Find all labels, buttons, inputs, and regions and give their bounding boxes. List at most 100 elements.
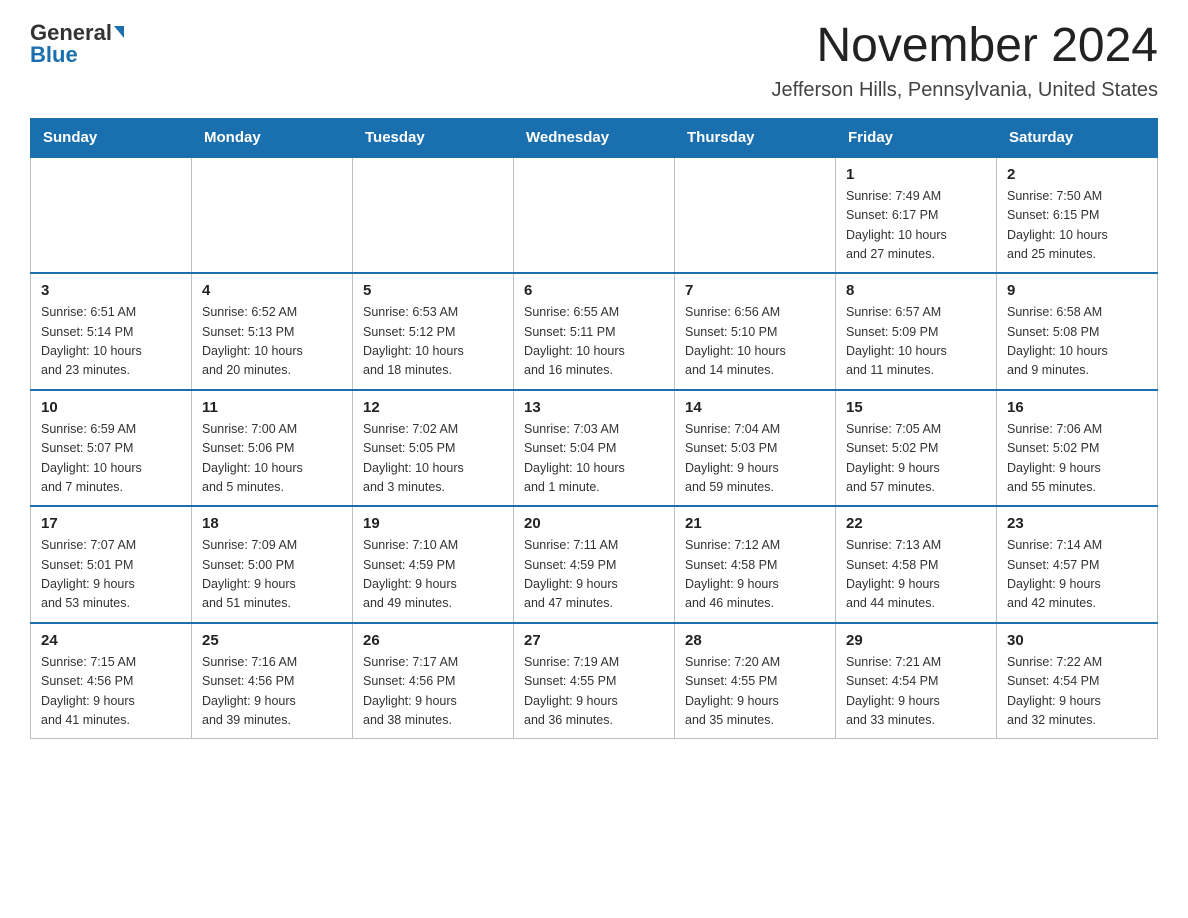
calendar-header-row: Sunday Monday Tuesday Wednesday Thursday… (31, 118, 1158, 157)
day-info: Sunrise: 6:59 AM Sunset: 5:07 PM Dayligh… (41, 420, 181, 498)
day-number: 13 (524, 399, 664, 416)
col-header-friday: Friday (836, 118, 997, 157)
calendar-cell-w3d2: 12Sunrise: 7:02 AM Sunset: 5:05 PM Dayli… (353, 390, 514, 507)
calendar-subtitle: Jefferson Hills, Pennsylvania, United St… (772, 79, 1159, 102)
day-number: 11 (202, 399, 342, 416)
day-info: Sunrise: 7:13 AM Sunset: 4:58 PM Dayligh… (846, 536, 986, 614)
calendar-cell-w5d6: 30Sunrise: 7:22 AM Sunset: 4:54 PM Dayli… (997, 623, 1158, 739)
calendar-cell-w5d1: 25 Sunrise: 7:16 AM Sunset: 4:56 PM Dayli… (192, 623, 353, 739)
calendar-cell-w5d5: 29 Sunrise: 7:21 AM Sunset: 4:54 PM Dayli… (836, 623, 997, 739)
day-info: Sunrise: 6:52 AM Sunset: 5:13 PM Dayligh… (202, 303, 342, 381)
calendar-cell-w4d5: 22 Sunrise: 7:13 AM Sunset: 4:58 PM Dayli… (836, 506, 997, 623)
day-info: Sunrise: 7:17 AM Sunset: 4:56 PM Dayligh… (363, 653, 503, 731)
day-number: 2 (1007, 166, 1147, 183)
week-row-1: 1 Sunrise: 7:49 AM Sunset: 6:17 PM Daylig… (31, 157, 1158, 274)
day-info: Sunrise: 7:07 AM Sunset: 5:01 PM Dayligh… (41, 536, 181, 614)
day-info: Sunrise: 7:15 AM Sunset: 4:56 PM Dayligh… (41, 653, 181, 731)
calendar-cell-w4d4: 21 Sunrise: 7:12 AM Sunset: 4:58 PM Dayli… (675, 506, 836, 623)
calendar-cell-w1d5: 1 Sunrise: 7:49 AM Sunset: 6:17 PM Daylig… (836, 157, 997, 274)
day-number: 26 (363, 632, 503, 649)
calendar-cell-w4d0: 17 Sunrise: 7:07 AM Sunset: 5:01 PM Dayli… (31, 506, 192, 623)
day-number: 18 (202, 515, 342, 532)
col-header-saturday: Saturday (997, 118, 1158, 157)
day-number: 5 (363, 282, 503, 299)
calendar-cell-w3d0: 10 Sunrise: 6:59 AM Sunset: 5:07 PM Dayli… (31, 390, 192, 507)
day-number: 17 (41, 515, 181, 532)
calendar-cell-w3d4: 14Sunrise: 7:04 AM Sunset: 5:03 PM Dayli… (675, 390, 836, 507)
calendar-cell-w3d5: 15 Sunrise: 7:05 AM Sunset: 5:02 PM Dayli… (836, 390, 997, 507)
week-row-3: 10 Sunrise: 6:59 AM Sunset: 5:07 PM Dayli… (31, 390, 1158, 507)
calendar-cell-w2d6: 9Sunrise: 6:58 AM Sunset: 5:08 PM Daylig… (997, 273, 1158, 390)
day-info: Sunrise: 7:20 AM Sunset: 4:55 PM Dayligh… (685, 653, 825, 731)
calendar-cell-w1d4 (675, 157, 836, 274)
day-info: Sunrise: 7:02 AM Sunset: 5:05 PM Dayligh… (363, 420, 503, 498)
calendar-cell-w2d3: 6 Sunrise: 6:55 AM Sunset: 5:11 PM Daylig… (514, 273, 675, 390)
day-number: 23 (1007, 515, 1147, 532)
day-number: 4 (202, 282, 342, 299)
day-number: 30 (1007, 632, 1147, 649)
day-info: Sunrise: 7:12 AM Sunset: 4:58 PM Dayligh… (685, 536, 825, 614)
title-block: November 2024 Jefferson Hills, Pennsylva… (772, 20, 1159, 102)
calendar-cell-w1d3 (514, 157, 675, 274)
calendar-cell-w1d0 (31, 157, 192, 274)
day-number: 29 (846, 632, 986, 649)
day-info: Sunrise: 6:55 AM Sunset: 5:11 PM Dayligh… (524, 303, 664, 381)
calendar-cell-w1d1 (192, 157, 353, 274)
calendar-cell-w4d1: 18 Sunrise: 7:09 AM Sunset: 5:00 PM Dayli… (192, 506, 353, 623)
calendar-cell-w3d3: 13 Sunrise: 7:03 AM Sunset: 5:04 PM Dayli… (514, 390, 675, 507)
calendar-cell-w1d2 (353, 157, 514, 274)
calendar-table: Sunday Monday Tuesday Wednesday Thursday… (30, 118, 1158, 740)
calendar-cell-w3d6: 16 Sunrise: 7:06 AM Sunset: 5:02 PM Dayli… (997, 390, 1158, 507)
page-header: General Blue November 2024 Jefferson Hil… (30, 20, 1158, 102)
day-info: Sunrise: 6:57 AM Sunset: 5:09 PM Dayligh… (846, 303, 986, 381)
logo-bottom: Blue (30, 42, 78, 68)
day-info: Sunrise: 7:10 AM Sunset: 4:59 PM Dayligh… (363, 536, 503, 614)
calendar-cell-w5d2: 26 Sunrise: 7:17 AM Sunset: 4:56 PM Dayli… (353, 623, 514, 739)
day-number: 19 (363, 515, 503, 532)
day-number: 10 (41, 399, 181, 416)
day-info: Sunrise: 7:09 AM Sunset: 5:00 PM Dayligh… (202, 536, 342, 614)
col-header-wednesday: Wednesday (514, 118, 675, 157)
day-number: 16 (1007, 399, 1147, 416)
day-number: 27 (524, 632, 664, 649)
week-row-4: 17 Sunrise: 7:07 AM Sunset: 5:01 PM Dayli… (31, 506, 1158, 623)
day-info: Sunrise: 7:11 AM Sunset: 4:59 PM Dayligh… (524, 536, 664, 614)
day-number: 1 (846, 166, 986, 183)
day-number: 15 (846, 399, 986, 416)
day-number: 8 (846, 282, 986, 299)
calendar-cell-w2d4: 7 Sunrise: 6:56 AM Sunset: 5:10 PM Daylig… (675, 273, 836, 390)
calendar-cell-w4d3: 20Sunrise: 7:11 AM Sunset: 4:59 PM Dayli… (514, 506, 675, 623)
week-row-2: 3Sunrise: 6:51 AM Sunset: 5:14 PM Daylig… (31, 273, 1158, 390)
day-info: Sunrise: 7:06 AM Sunset: 5:02 PM Dayligh… (1007, 420, 1147, 498)
logo: General Blue (30, 20, 124, 68)
calendar-cell-w4d6: 23 Sunrise: 7:14 AM Sunset: 4:57 PM Dayli… (997, 506, 1158, 623)
day-number: 6 (524, 282, 664, 299)
day-info: Sunrise: 7:19 AM Sunset: 4:55 PM Dayligh… (524, 653, 664, 731)
col-header-thursday: Thursday (675, 118, 836, 157)
day-info: Sunrise: 7:03 AM Sunset: 5:04 PM Dayligh… (524, 420, 664, 498)
calendar-title: November 2024 (772, 20, 1159, 73)
day-number: 22 (846, 515, 986, 532)
day-number: 7 (685, 282, 825, 299)
day-info: Sunrise: 7:14 AM Sunset: 4:57 PM Dayligh… (1007, 536, 1147, 614)
day-info: Sunrise: 6:56 AM Sunset: 5:10 PM Dayligh… (685, 303, 825, 381)
calendar-cell-w2d5: 8 Sunrise: 6:57 AM Sunset: 5:09 PM Daylig… (836, 273, 997, 390)
day-info: Sunrise: 7:04 AM Sunset: 5:03 PM Dayligh… (685, 420, 825, 498)
day-info: Sunrise: 7:05 AM Sunset: 5:02 PM Dayligh… (846, 420, 986, 498)
calendar-cell-w5d4: 28 Sunrise: 7:20 AM Sunset: 4:55 PM Dayli… (675, 623, 836, 739)
day-number: 25 (202, 632, 342, 649)
logo-arrow-icon (114, 26, 124, 38)
col-header-monday: Monday (192, 118, 353, 157)
day-info: Sunrise: 7:16 AM Sunset: 4:56 PM Dayligh… (202, 653, 342, 731)
calendar-cell-w2d0: 3Sunrise: 6:51 AM Sunset: 5:14 PM Daylig… (31, 273, 192, 390)
day-info: Sunrise: 6:53 AM Sunset: 5:12 PM Dayligh… (363, 303, 503, 381)
day-number: 21 (685, 515, 825, 532)
col-header-tuesday: Tuesday (353, 118, 514, 157)
day-info: Sunrise: 7:21 AM Sunset: 4:54 PM Dayligh… (846, 653, 986, 731)
week-row-5: 24Sunrise: 7:15 AM Sunset: 4:56 PM Dayli… (31, 623, 1158, 739)
day-number: 28 (685, 632, 825, 649)
calendar-cell-w5d0: 24Sunrise: 7:15 AM Sunset: 4:56 PM Dayli… (31, 623, 192, 739)
calendar-cell-w2d1: 4 Sunrise: 6:52 AM Sunset: 5:13 PM Daylig… (192, 273, 353, 390)
day-info: Sunrise: 7:49 AM Sunset: 6:17 PM Dayligh… (846, 187, 986, 265)
calendar-cell-w5d3: 27 Sunrise: 7:19 AM Sunset: 4:55 PM Dayli… (514, 623, 675, 739)
